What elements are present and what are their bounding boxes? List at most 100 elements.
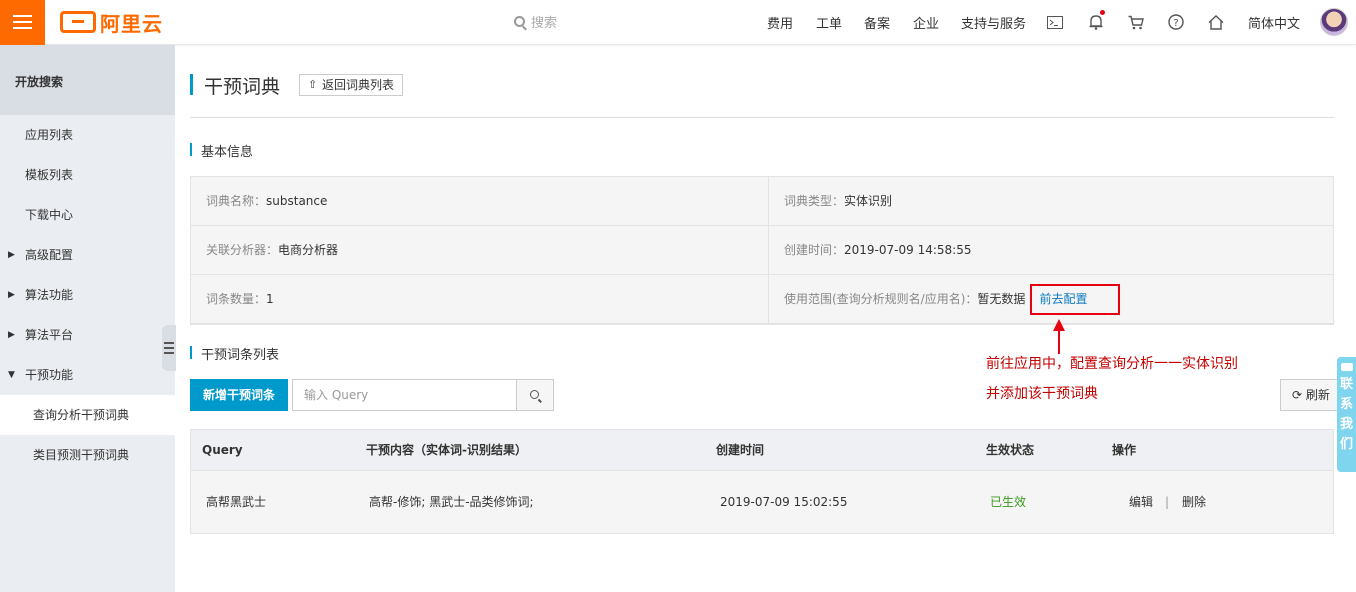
page-title: 干预词典: [204, 76, 281, 98]
brand-name: 阿里云: [100, 11, 163, 36]
sidebar-item-label: 高级配置: [25, 248, 74, 262]
aliyun-logo[interactable]: 阿里云: [60, 8, 163, 36]
basic-info-heading: 基本信息: [190, 141, 253, 160]
column-divider: [768, 177, 769, 324]
usage-scope-value: 暂无数据: [977, 292, 1026, 306]
sidebar-item-label: 算法功能: [25, 288, 74, 302]
action-separator: |: [1165, 495, 1170, 509]
sidebar-group-intervention[interactable]: ▼ 干预功能: [0, 355, 175, 395]
column-header-content: 干预内容（实体词-识别结果）: [366, 443, 527, 457]
query-input[interactable]: 输入 Query: [292, 379, 517, 411]
entry-count-label: 词条数量：: [206, 292, 267, 306]
info-row: 词条数量：1 使用范围(查询分析规则名/应用名)：暂无数据 前去配置: [191, 275, 1333, 324]
delete-link[interactable]: 删除: [1182, 471, 1206, 533]
sidebar-title: 开放搜索: [0, 45, 175, 115]
sidebar: 开放搜索 应用列表 模板列表 下载中心 ▶ 高级配置 ▶ 算法功能 ▶ 算法平台 ▼ 干…: [0, 45, 175, 592]
global-search[interactable]: 搜索: [514, 12, 557, 31]
usage-scope-label: 使用范围(查询分析规则名/应用名)：: [784, 292, 978, 306]
sidebar-item-label: 下载中心: [25, 208, 74, 222]
refresh-label: 刷新: [1305, 388, 1330, 402]
analyzer-label: 关联分析器：: [206, 243, 279, 257]
column-header-status: 生效状态: [986, 443, 1035, 457]
notification-dot: [1100, 10, 1105, 15]
divider: [190, 117, 1334, 118]
nav-tickets[interactable]: 工单: [816, 13, 842, 32]
cell-status: 已生效: [990, 495, 1027, 509]
created-time-value: 2019-07-09 14:58:55: [844, 243, 972, 257]
caret-right-icon: ▶: [8, 250, 15, 260]
refresh-icon: ⟳: [1292, 388, 1303, 402]
refresh-button[interactable]: ⟳ 刷新: [1280, 379, 1345, 411]
analyzer-value: 电商分析器: [278, 243, 339, 257]
annotation-line-1: 前往应用中，配置查询分析一一实体识别: [986, 356, 1238, 372]
sidebar-collapse-handle[interactable]: [162, 325, 176, 371]
menu-icon[interactable]: [0, 0, 45, 45]
search-icon: [530, 390, 539, 399]
caret-right-icon: ▶: [8, 330, 15, 340]
column-header-actions: 操作: [1112, 443, 1137, 457]
column-header-query: Query: [202, 443, 243, 457]
back-button-label: 返回词典列表: [322, 78, 395, 92]
dict-name-value: substance: [266, 194, 328, 208]
sidebar-item-label: 模板列表: [25, 168, 74, 182]
sidebar-item-download-center[interactable]: 下载中心: [0, 195, 175, 235]
chat-icon: [1340, 363, 1353, 371]
sidebar-item-label: 应用列表: [25, 128, 74, 142]
add-entry-button[interactable]: 新增干预词条: [190, 379, 288, 411]
info-row: 词典名称：substance 词典类型：实体识别: [191, 177, 1333, 226]
contact-label: 联系我们: [1339, 377, 1353, 452]
help-icon[interactable]: ?: [1166, 12, 1186, 32]
caret-down-icon: ▼: [8, 370, 15, 380]
search-placeholder: 搜索: [531, 16, 558, 31]
language-switch[interactable]: 简体中文: [1248, 13, 1300, 32]
sidebar-item-label: 类目预测干预词典: [33, 448, 130, 462]
cart-icon[interactable]: [1126, 12, 1146, 32]
sidebar-group-advanced-config[interactable]: ▶ 高级配置: [0, 235, 175, 275]
sidebar-item-app-list[interactable]: 应用列表: [0, 115, 175, 155]
sidebar-group-algorithm-features[interactable]: ▶ 算法功能: [0, 275, 175, 315]
sidebar-item-category-prediction-dict[interactable]: 类目预测干预词典: [0, 435, 175, 475]
nav-support[interactable]: 支持与服务: [961, 13, 1026, 32]
dict-name-label: 词典名称：: [206, 194, 267, 208]
bell-icon[interactable]: [1086, 12, 1106, 32]
sidebar-group-algorithm-platform[interactable]: ▶ 算法平台: [0, 315, 175, 355]
entry-count-value: 1: [266, 292, 274, 306]
caret-right-icon: ▶: [8, 290, 15, 300]
info-row: 关联分析器：电商分析器 创建时间：2019-07-09 14:58:55: [191, 226, 1333, 275]
top-bar: 阿里云 搜索 费用 工单 备案 企业 支持与服务 ? 简体中文: [0, 0, 1356, 45]
dict-type-label: 词典类型：: [784, 194, 845, 208]
sidebar-item-label: 算法平台: [25, 328, 74, 342]
aliyun-logo-icon: [60, 11, 96, 33]
home-icon[interactable]: [1206, 12, 1226, 32]
nav-enterprise[interactable]: 企业: [913, 13, 939, 32]
entry-table: Query 干预内容（实体词-识别结果） 创建时间 生效状态 操作 高帮黑武士 …: [190, 429, 1334, 534]
annotation-arrow-shaft: [1058, 329, 1060, 354]
table-header: Query 干预内容（实体词-识别结果） 创建时间 生效状态 操作: [191, 430, 1333, 471]
basic-info-table: 词典名称：substance 词典类型：实体识别 关联分析器：电商分析器 创建时…: [190, 176, 1334, 325]
search-icon: [514, 16, 525, 27]
nav-fees[interactable]: 费用: [767, 13, 793, 32]
cell-created: 2019-07-09 15:02:55: [720, 495, 848, 509]
sidebar-item-query-analysis-dict[interactable]: 查询分析干预词典: [0, 395, 175, 435]
highlight-box: [1030, 284, 1120, 315]
dict-type-value: 实体识别: [844, 194, 893, 208]
cell-content: 高帮-修饰; 黑武士-品类修饰词;: [369, 495, 534, 509]
cell-query: 高帮黑武士: [206, 495, 267, 509]
title-accent-bar: [190, 74, 193, 95]
nav-filing[interactable]: 备案: [864, 13, 890, 32]
created-time-label: 创建时间：: [784, 243, 845, 257]
svg-text:?: ?: [1173, 18, 1178, 29]
edit-link[interactable]: 编辑: [1129, 471, 1153, 533]
table-row: 高帮黑武士 高帮-修饰; 黑武士-品类修饰词; 2019-07-09 15:02…: [191, 471, 1333, 533]
query-search-button[interactable]: [516, 379, 554, 411]
main-content: 干预词典 ⇧ 返回词典列表 基本信息 词典名称：substance 词典类型：实…: [175, 45, 1356, 592]
contact-us-tab[interactable]: 联系我们: [1337, 357, 1356, 472]
back-to-dict-list-button[interactable]: ⇧ 返回词典列表: [299, 74, 404, 96]
arrow-up-icon: ⇧: [308, 78, 318, 91]
sidebar-item-label: 查询分析干预词典: [33, 408, 130, 422]
annotation-line-2: 并添加该干预词典: [986, 386, 1098, 402]
terminal-icon[interactable]: [1045, 12, 1065, 32]
column-header-created: 创建时间: [716, 443, 765, 457]
sidebar-item-template-list[interactable]: 模板列表: [0, 155, 175, 195]
user-avatar[interactable]: [1320, 8, 1348, 36]
